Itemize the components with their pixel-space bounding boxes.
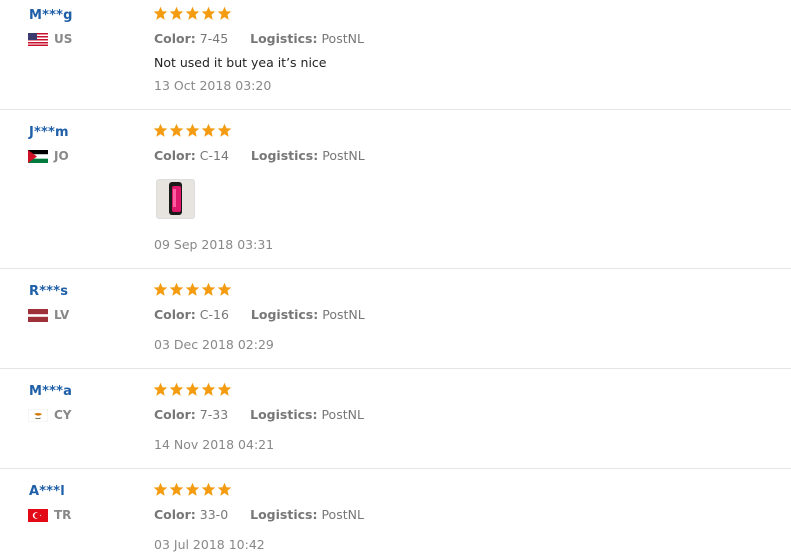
order-info: Color: C-14 Logistics: PostNL — [154, 148, 365, 163]
reviewer-name[interactable]: J***m — [29, 125, 69, 140]
reviewer-country: CY — [28, 408, 72, 422]
order-info: Color: 7-33 Logistics: PostNL — [154, 407, 364, 422]
star-icon — [169, 482, 184, 496]
star-icon — [201, 282, 216, 296]
reviewer-name[interactable]: M***a — [29, 384, 72, 399]
star-rating — [153, 123, 232, 138]
photo-image — [157, 180, 194, 218]
star-icon — [217, 6, 232, 20]
star-icon — [153, 123, 168, 137]
star-icon — [217, 382, 232, 396]
country-code: US — [54, 32, 73, 46]
logistics-label: Logistics: — [250, 148, 319, 163]
review-item: J***m JO Color: C-14 Logistics: PostNL 0… — [0, 117, 791, 269]
star-icon — [169, 6, 184, 20]
star-icon — [153, 6, 168, 20]
review-date: 13 Oct 2018 03:20 — [154, 78, 272, 93]
color-label: Color: — [154, 307, 196, 322]
star-icon — [169, 382, 184, 396]
review-photo-thumbnail[interactable] — [156, 179, 195, 219]
reviewer-name[interactable]: M***g — [29, 8, 73, 23]
logistics-label: Logistics: — [250, 31, 318, 46]
color-value: 33-0 — [199, 507, 229, 522]
star-icon — [201, 482, 216, 496]
country-code: CY — [54, 408, 72, 422]
order-info: Color: 33-0 Logistics: PostNL — [154, 507, 364, 522]
color-label: Color: — [154, 148, 196, 163]
star-rating — [153, 482, 232, 497]
color-value: C-14 — [199, 148, 229, 163]
cy-flag-icon — [28, 408, 48, 422]
logistics-value: PostNL — [321, 407, 364, 422]
logistics-value: PostNL — [321, 507, 364, 522]
country-code: LV — [54, 308, 70, 322]
color-value: C-16 — [199, 307, 229, 322]
review-date: 03 Dec 2018 02:29 — [154, 337, 274, 352]
star-rating — [153, 382, 232, 397]
color-value: 7-45 — [199, 31, 229, 46]
star-icon — [153, 382, 168, 396]
star-icon — [201, 6, 216, 20]
us-flag-icon — [28, 32, 48, 46]
star-icon — [169, 123, 184, 137]
review-item: R***s LV Color: C-16 Logistics: PostNL 0… — [0, 276, 791, 369]
review-item: M***g US Color: 7-45 Logistics: PostNL N… — [0, 0, 791, 110]
logistics-label: Logistics: — [250, 407, 318, 422]
color-label: Color: — [154, 31, 196, 46]
lv-flag-icon — [28, 308, 48, 322]
reviewer-country: US — [28, 32, 72, 46]
star-icon — [185, 6, 200, 20]
review-date: 09 Sep 2018 03:31 — [154, 237, 274, 252]
logistics-value: PostNL — [322, 148, 365, 163]
star-icon — [185, 123, 200, 137]
review-comment: Not used it but yea it’s nice — [154, 55, 327, 70]
reviewer-country: TR — [28, 508, 71, 522]
star-icon — [217, 282, 232, 296]
star-rating — [153, 282, 232, 297]
star-icon — [185, 282, 200, 296]
order-info: Color: 7-45 Logistics: PostNL — [154, 31, 364, 46]
reviewer-country: JO — [28, 149, 69, 163]
order-info: Color: C-16 Logistics: PostNL — [154, 307, 365, 322]
star-icon — [217, 123, 232, 137]
reviewer-name[interactable]: R***s — [29, 284, 68, 299]
star-icon — [153, 282, 168, 296]
star-icon — [169, 282, 184, 296]
star-icon — [153, 482, 168, 496]
logistics-value: PostNL — [321, 31, 364, 46]
star-icon — [185, 382, 200, 396]
star-icon — [201, 382, 216, 396]
review-date: 03 Jul 2018 10:42 — [154, 537, 265, 552]
star-icon — [185, 482, 200, 496]
country-code: TR — [54, 508, 72, 522]
tr-flag-icon — [28, 508, 48, 522]
color-value: 7-33 — [199, 407, 229, 422]
star-rating — [153, 6, 232, 21]
star-icon — [217, 482, 232, 496]
jo-flag-icon — [28, 149, 48, 163]
reviewer-name[interactable]: A***l — [29, 484, 65, 499]
review-item: M***a CY Color: 7-33 Logistics: PostNL 1… — [0, 376, 791, 469]
logistics-label: Logistics: — [250, 507, 318, 522]
reviewer-country: LV — [28, 308, 69, 322]
star-icon — [201, 123, 216, 137]
color-label: Color: — [154, 407, 196, 422]
logistics-label: Logistics: — [250, 307, 319, 322]
review-item: A***l TR Color: 33-0 Logistics: PostNL 0… — [0, 476, 791, 556]
review-list: M***g US Color: 7-45 Logistics: PostNL N… — [0, 0, 791, 556]
review-date: 14 Nov 2018 04:21 — [154, 437, 275, 452]
country-code: JO — [54, 149, 69, 163]
logistics-value: PostNL — [322, 307, 365, 322]
color-label: Color: — [154, 507, 196, 522]
